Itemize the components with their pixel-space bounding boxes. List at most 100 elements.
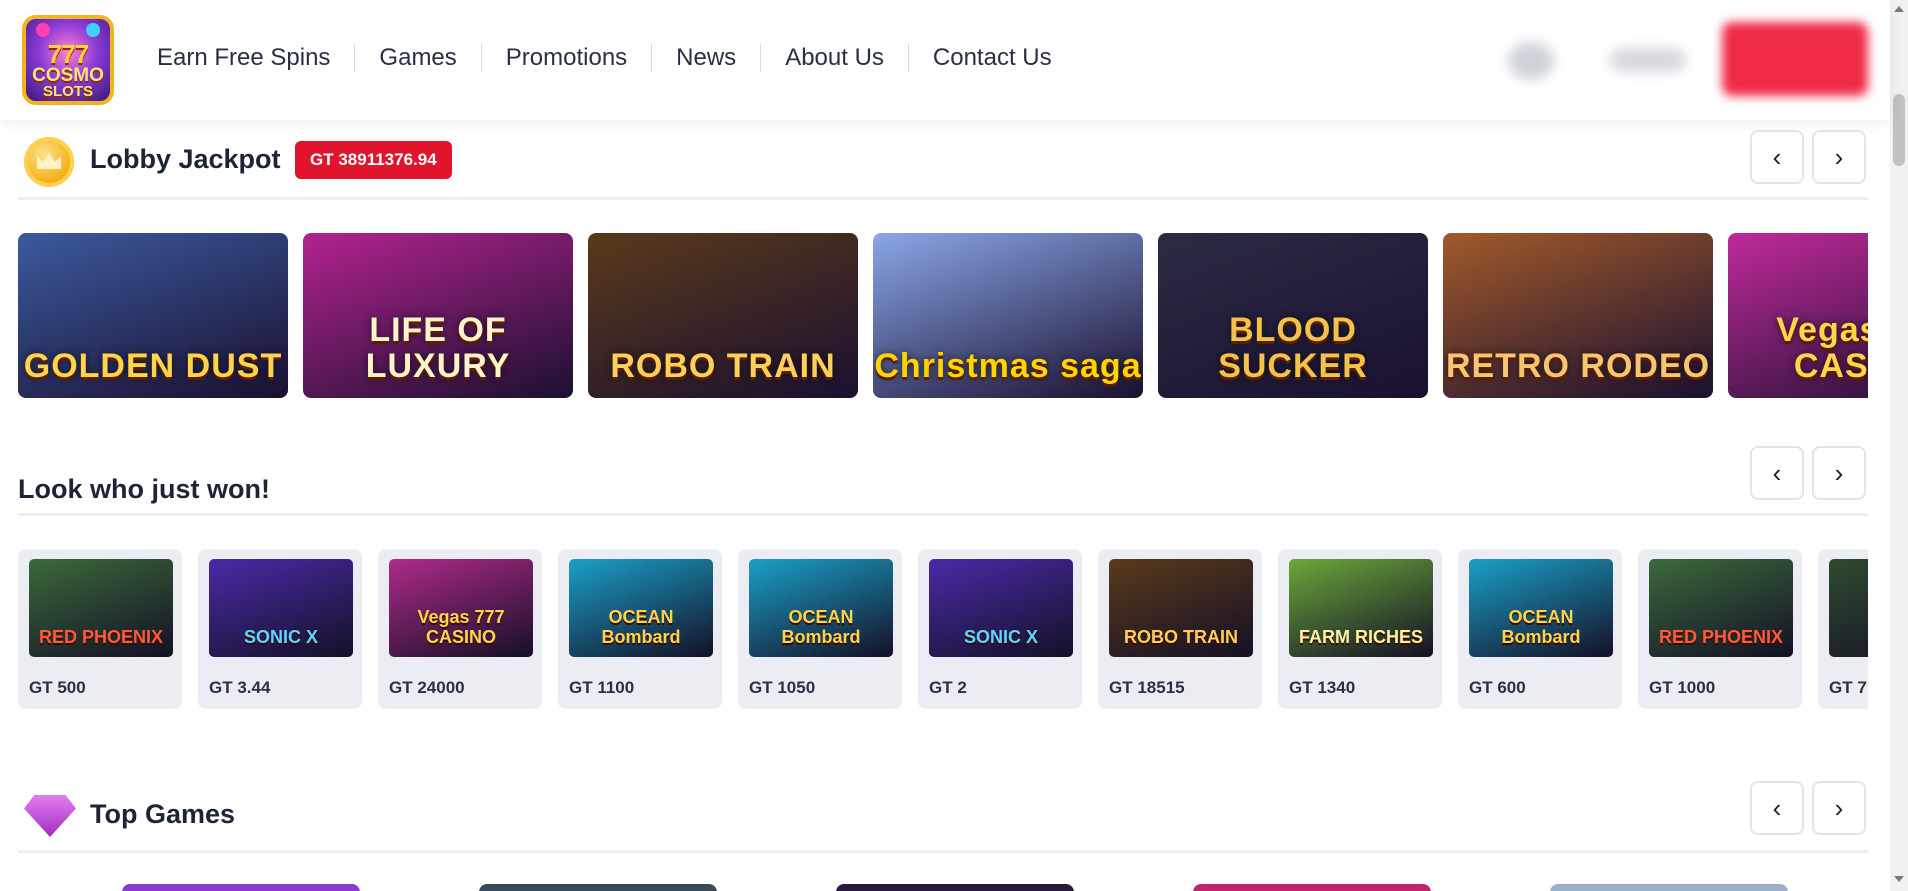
top-games-title: Top Games [90, 799, 236, 829]
winner-card[interactable]: OCEAN Bombard GT 1050 [738, 549, 902, 709]
nav-earn-free-spins[interactable]: Earn Free Spins [157, 44, 356, 72]
top-games-next-button[interactable]: › [1812, 781, 1866, 835]
game-thumbnail: SONIC X [929, 559, 1073, 657]
game-card[interactable]: LIFE OF LUXURY [303, 233, 573, 398]
chevron-right-icon: › [1834, 141, 1844, 172]
win-amount: GT 2 [929, 678, 967, 697]
game-title: RED PHOENIX [38, 627, 164, 647]
game-thumbnail [1829, 559, 1868, 657]
game-card[interactable]: Christmas saga [873, 233, 1143, 398]
crown-coin-icon [24, 137, 74, 187]
scrollbar-thumb[interactable] [1893, 94, 1905, 166]
game-thumbnail: FARM RICHES [1289, 559, 1433, 657]
win-amount: GT 1100 [569, 678, 635, 697]
chevron-right-icon: › [1834, 457, 1844, 488]
top-game-card[interactable] [1193, 884, 1431, 891]
gem-icon [86, 23, 100, 37]
gem-icon [36, 23, 50, 37]
game-title: OCEAN Bombard [601, 607, 681, 647]
top-game-card[interactable] [122, 884, 360, 891]
winner-card[interactable]: ROBO TRAIN GT 18515 [1098, 549, 1262, 709]
chevron-left-icon: ‹ [1772, 141, 1782, 172]
winners-prev-button[interactable]: ‹ [1750, 446, 1804, 500]
winner-card[interactable]: Vegas 777 CASINO GT 24000 [378, 549, 542, 709]
winner-card[interactable]: OCEAN Bombard GT 1100 [558, 549, 722, 709]
game-title: BLOOD SUCKER [1218, 311, 1368, 385]
game-title: OCEAN Bombard [1501, 607, 1581, 647]
nav-games[interactable]: Games [355, 44, 482, 72]
winner-card[interactable]: RED PHOENIX GT 1000 [1638, 549, 1802, 709]
win-amount: GT 3.44 [209, 678, 271, 697]
nav-about-us[interactable]: About Us [761, 44, 909, 72]
win-amount: GT 24000 [389, 678, 465, 697]
win-amount: GT 7 [1829, 678, 1867, 697]
game-title: Vegas 777 CASINO [1776, 311, 1868, 385]
top-games-section-header: Top Games ‹ › [18, 781, 1868, 853]
game-thumbnail: OCEAN Bombard [1469, 559, 1613, 657]
top-game-card[interactable] [836, 884, 1074, 891]
game-thumbnail: OCEAN Bombard [569, 559, 713, 657]
game-title: ROBO TRAIN [610, 347, 836, 385]
game-thumbnail: Vegas 777 CASINO [389, 559, 533, 657]
diamond-icon [24, 795, 76, 837]
game-title: GOLDEN DUST [23, 347, 283, 385]
game-thumbnail: SONIC X [209, 559, 353, 657]
jackpot-section-header: Lobby Jackpot GT 38911376.94 ‹ › [18, 130, 1868, 200]
game-title: Vegas 777 CASINO [417, 607, 505, 647]
game-thumbnail: ROBO TRAIN [1109, 559, 1253, 657]
top-games-prev-button[interactable]: ‹ [1750, 781, 1804, 835]
site-header: 777 COSMO SLOTS Earn Free Spins Games Pr… [0, 0, 1890, 120]
cosmo-slots-logo[interactable]: 777 COSMO SLOTS [22, 15, 114, 105]
main-nav: Earn Free Spins Games Promotions News Ab… [157, 44, 1076, 72]
game-thumbnail: RED PHOENIX [29, 559, 173, 657]
game-thumbnail: OCEAN Bombard [749, 559, 893, 657]
game-title: SONIC X [243, 627, 318, 647]
game-title: FARM RICHES [1298, 627, 1423, 647]
win-amount: GT 500 [29, 678, 86, 697]
scroll-down-arrow-icon[interactable] [1894, 876, 1904, 882]
game-title: SONIC X [963, 627, 1038, 647]
top-game-card[interactable] [1550, 884, 1788, 891]
blurred-search-icon[interactable] [1508, 42, 1554, 80]
game-card[interactable]: Vegas 777 CASINO [1728, 233, 1868, 398]
win-amount: GT 18515 [1109, 678, 1185, 697]
game-title: RED PHOENIX [1658, 627, 1784, 647]
game-thumbnail: RED PHOENIX [1649, 559, 1793, 657]
game-card[interactable]: RETRO RODEO [1443, 233, 1713, 398]
jackpot-next-button[interactable]: › [1812, 130, 1866, 184]
winner-card[interactable]: FARM RICHES GT 1340 [1278, 549, 1442, 709]
jackpot-title: Lobby Jackpot [90, 144, 281, 174]
game-card[interactable]: BLOOD SUCKER [1158, 233, 1428, 398]
winner-card[interactable]: SONIC X GT 3.44 [198, 549, 362, 709]
nav-news[interactable]: News [652, 44, 762, 72]
game-title: ROBO TRAIN [1124, 627, 1238, 647]
jackpot-amount-badge: GT 38911376.94 [295, 141, 452, 179]
jackpot-games-carousel[interactable]: GOLDEN DUST LIFE OF LUXURY ROBO TRAIN Ch… [18, 233, 1868, 398]
win-amount: GT 1000 [1649, 678, 1716, 697]
game-title: Christmas saga [874, 347, 1142, 385]
game-title: LIFE OF LUXURY [365, 311, 511, 385]
game-card[interactable]: GOLDEN DUST [18, 233, 288, 398]
scroll-up-arrow-icon[interactable] [1894, 6, 1904, 12]
top-game-card[interactable] [479, 884, 717, 891]
nav-contact-us[interactable]: Contact Us [909, 44, 1076, 72]
chevron-right-icon: › [1834, 792, 1844, 823]
blurred-signup-button[interactable] [1722, 22, 1868, 96]
winners-next-button[interactable]: › [1812, 446, 1866, 500]
game-card[interactable]: ROBO TRAIN [588, 233, 858, 398]
logo-text-slots: SLOTS [42, 83, 93, 100]
game-title: OCEAN Bombard [781, 607, 861, 647]
jackpot-prev-button[interactable]: ‹ [1750, 130, 1804, 184]
winner-card[interactable]: OCEAN Bombard GT 600 [1458, 549, 1622, 709]
blurred-login-link[interactable] [1610, 48, 1686, 72]
win-amount: GT 1340 [1289, 678, 1356, 697]
chevron-left-icon: ‹ [1772, 792, 1782, 823]
game-title: RETRO RODEO [1445, 347, 1711, 385]
win-amount: GT 600 [1469, 678, 1526, 697]
winner-card[interactable]: GT 7 [1818, 549, 1868, 709]
winner-card[interactable]: SONIC X GT 2 [918, 549, 1082, 709]
winners-section-header: Look who just won! ‹ › [18, 446, 1868, 516]
nav-promotions[interactable]: Promotions [482, 44, 653, 72]
winners-carousel[interactable]: RED PHOENIX GT 500 SONIC X GT 3.44 Vegas 7… [18, 549, 1868, 709]
winner-card[interactable]: RED PHOENIX GT 500 [18, 549, 182, 709]
